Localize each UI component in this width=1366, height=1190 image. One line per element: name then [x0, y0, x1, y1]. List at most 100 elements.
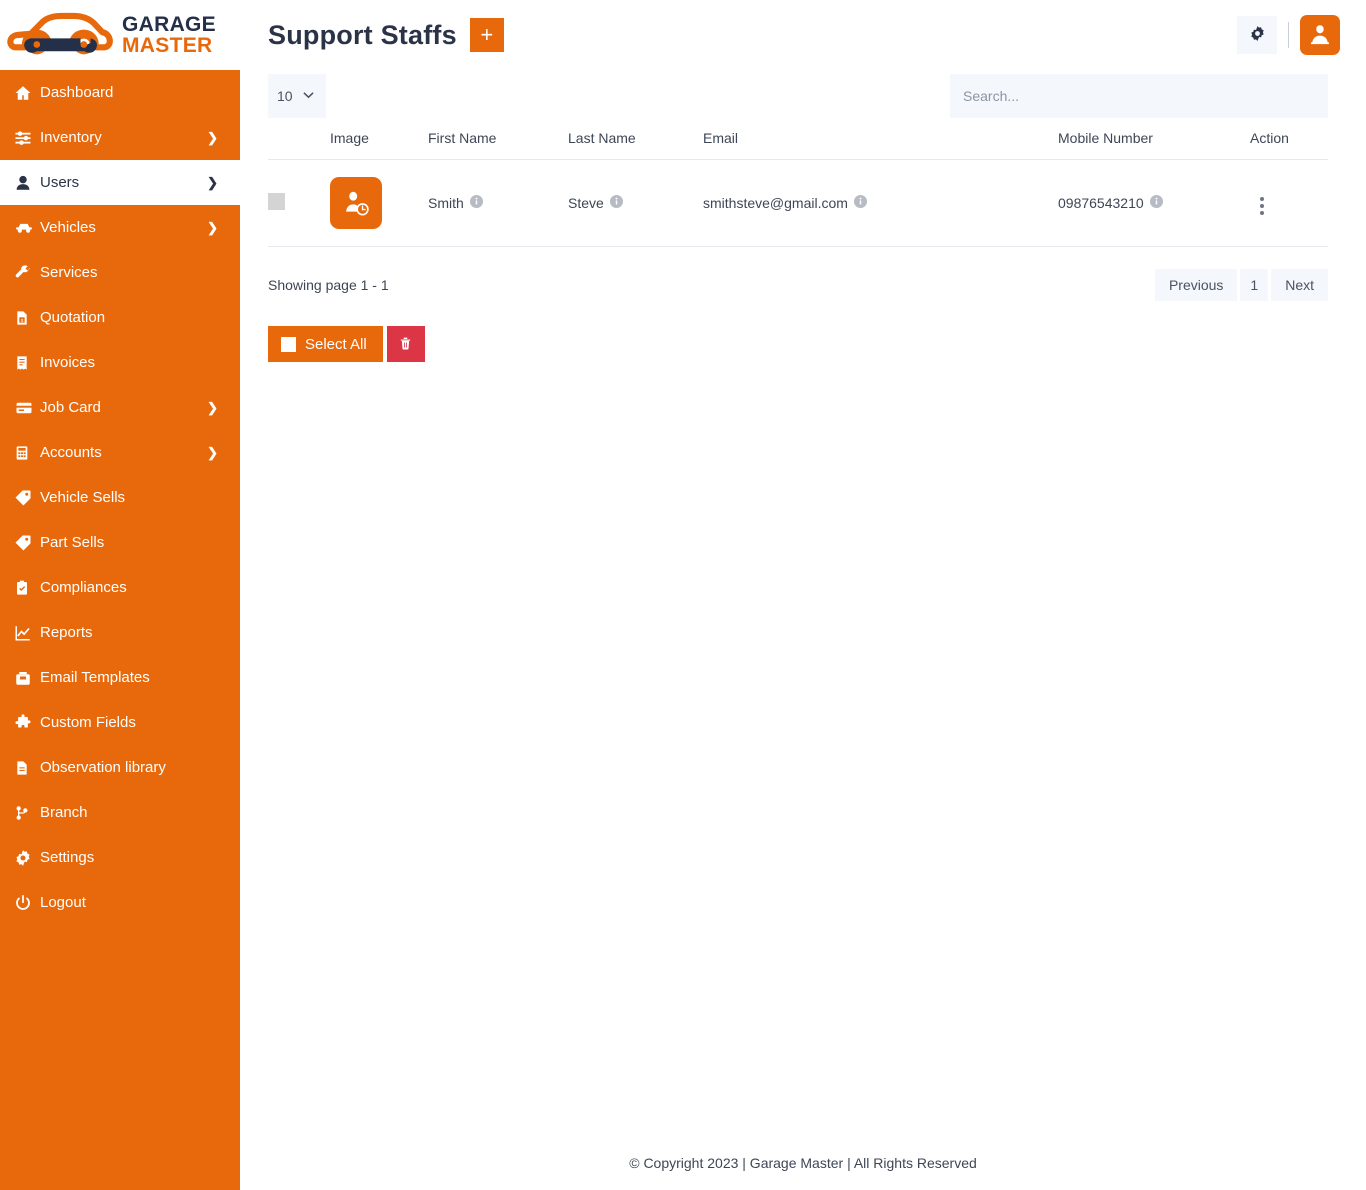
brand-logo[interactable]: GARAGE MASTER [0, 0, 240, 70]
profile-button[interactable] [1300, 15, 1340, 55]
table-row: Smith Steve [268, 160, 1328, 247]
next-page-button[interactable]: Next [1271, 269, 1328, 301]
email-value: smithsteve@gmail.com [703, 195, 848, 211]
previous-page-button[interactable]: Previous [1155, 269, 1237, 301]
main-content: Support Staffs + [240, 0, 1366, 1190]
sidebar-item-custom-fields[interactable]: Custom Fields [0, 700, 240, 745]
user-avatar-icon [1308, 22, 1332, 49]
clipboard-check-icon [14, 579, 40, 597]
column-header-select [268, 122, 330, 160]
sidebar-item-label: Invoices [40, 354, 95, 371]
footer-copyright: © Copyright 2023 | Garage Master | All R… [240, 1155, 1366, 1171]
pagination-row: Showing page 1 - 1 Previous 1 Next [240, 247, 1366, 301]
sidebar: GARAGE MASTER Dashboard Inventory ❯ [0, 0, 240, 1190]
column-header-first-name: First Name [428, 122, 568, 160]
sidebar-item-users[interactable]: Users ❯ [0, 160, 240, 205]
branch-icon [14, 804, 40, 822]
row-last-name-cell: Steve [568, 160, 703, 247]
kebab-menu-icon[interactable] [1250, 194, 1274, 218]
select-all-button[interactable]: Select All [268, 326, 383, 362]
gear-icon [14, 849, 40, 867]
sidebar-item-services[interactable]: Services [0, 250, 240, 295]
info-icon[interactable] [854, 195, 867, 211]
car-wrench-logo-icon [6, 7, 118, 63]
file-icon [14, 759, 40, 777]
receipt-icon [14, 354, 40, 372]
first-name-value: Smith [428, 195, 464, 211]
column-header-image: Image [330, 122, 428, 160]
row-select-cell [268, 160, 330, 247]
sidebar-item-inventory[interactable]: Inventory ❯ [0, 115, 240, 160]
quote-document-icon: $ [14, 309, 40, 327]
sidebar-item-logout[interactable]: Logout [0, 880, 240, 925]
settings-button[interactable] [1237, 16, 1277, 54]
sidebar-item-label: Part Sells [40, 534, 104, 551]
add-support-staff-button[interactable]: + [470, 18, 504, 52]
svg-text:$: $ [21, 318, 24, 323]
sidebar-item-invoices[interactable]: Invoices [0, 340, 240, 385]
sidebar-item-accounts[interactable]: Accounts ❯ [0, 430, 240, 475]
staff-table-container: Image First Name Last Name Email Mobile … [240, 122, 1366, 247]
sidebar-item-settings[interactable]: Settings [0, 835, 240, 880]
toolbar-divider [1288, 22, 1289, 48]
column-header-action: Action [1250, 122, 1328, 160]
search-input[interactable] [950, 74, 1328, 118]
sidebar-item-label: Vehicles [40, 219, 96, 236]
sidebar-item-label: Reports [40, 624, 93, 641]
page-number-button[interactable]: 1 [1240, 269, 1268, 301]
sidebar-item-job-card[interactable]: Job Card ❯ [0, 385, 240, 430]
sidebar-item-reports[interactable]: Reports [0, 610, 240, 655]
sidebar-item-label: Observation library [40, 759, 166, 776]
showing-page-text: Showing page 1 - 1 [268, 277, 389, 293]
sidebar-nav: Dashboard Inventory ❯ Users ❯ [0, 70, 240, 925]
row-checkbox[interactable] [268, 193, 285, 210]
table-body: Smith Steve [268, 160, 1328, 247]
sidebar-item-quotation[interactable]: $ Quotation [0, 295, 240, 340]
page-length-select[interactable]: 10 [268, 74, 326, 118]
info-icon[interactable] [610, 195, 623, 211]
chevron-right-icon: ❯ [207, 130, 218, 146]
brand-name-secondary: MASTER [122, 35, 216, 56]
select-all-checkbox [281, 337, 296, 352]
sidebar-item-compliances[interactable]: Compliances [0, 565, 240, 610]
sidebar-item-vehicle-sells[interactable]: Vehicle Sells [0, 475, 240, 520]
info-icon[interactable] [1150, 195, 1163, 211]
sidebar-item-email-templates[interactable]: Email Templates [0, 655, 240, 700]
sidebar-item-label: Branch [40, 804, 88, 821]
row-action-cell [1250, 160, 1328, 247]
sidebar-item-label: Vehicle Sells [40, 489, 125, 506]
sidebar-item-label: Email Templates [40, 669, 150, 686]
sidebar-item-dashboard[interactable]: Dashboard [0, 70, 240, 115]
sidebar-item-label: Quotation [40, 309, 105, 326]
pagination-controls: Previous 1 Next [1155, 269, 1328, 301]
sidebar-item-label: Settings [40, 849, 94, 866]
chevron-down-icon [303, 90, 314, 102]
last-name-value: Steve [568, 195, 604, 211]
delete-selected-button[interactable] [387, 326, 425, 362]
wrench-icon [14, 264, 40, 282]
info-icon[interactable] [470, 195, 483, 211]
sidebar-item-label: Logout [40, 894, 86, 911]
card-icon [14, 399, 40, 417]
top-bar-actions [1237, 15, 1340, 55]
tag-icon [14, 489, 40, 507]
sidebar-item-vehicles[interactable]: Vehicles ❯ [0, 205, 240, 250]
tag-icon [14, 534, 40, 552]
chevron-right-icon: ❯ [207, 445, 218, 461]
sidebar-item-part-sells[interactable]: Part Sells [0, 520, 240, 565]
sidebar-item-label: Accounts [40, 444, 102, 461]
brand-name-primary: GARAGE [122, 14, 216, 35]
row-mobile-cell: 09876543210 [1058, 160, 1250, 247]
sidebar-item-label: Compliances [40, 579, 127, 596]
sidebar-item-observation-library[interactable]: Observation library [0, 745, 240, 790]
support-staff-table: Image First Name Last Name Email Mobile … [268, 122, 1328, 247]
row-first-name-cell: Smith [428, 160, 568, 247]
puzzle-icon [14, 714, 40, 732]
sidebar-item-branch[interactable]: Branch [0, 790, 240, 835]
support-staff-icon [330, 177, 382, 229]
table-header: Image First Name Last Name Email Mobile … [268, 122, 1328, 160]
chevron-right-icon: ❯ [207, 400, 218, 416]
select-all-label: Select All [305, 336, 367, 353]
gear-icon [1249, 25, 1266, 45]
sidebar-item-label: Services [40, 264, 98, 281]
